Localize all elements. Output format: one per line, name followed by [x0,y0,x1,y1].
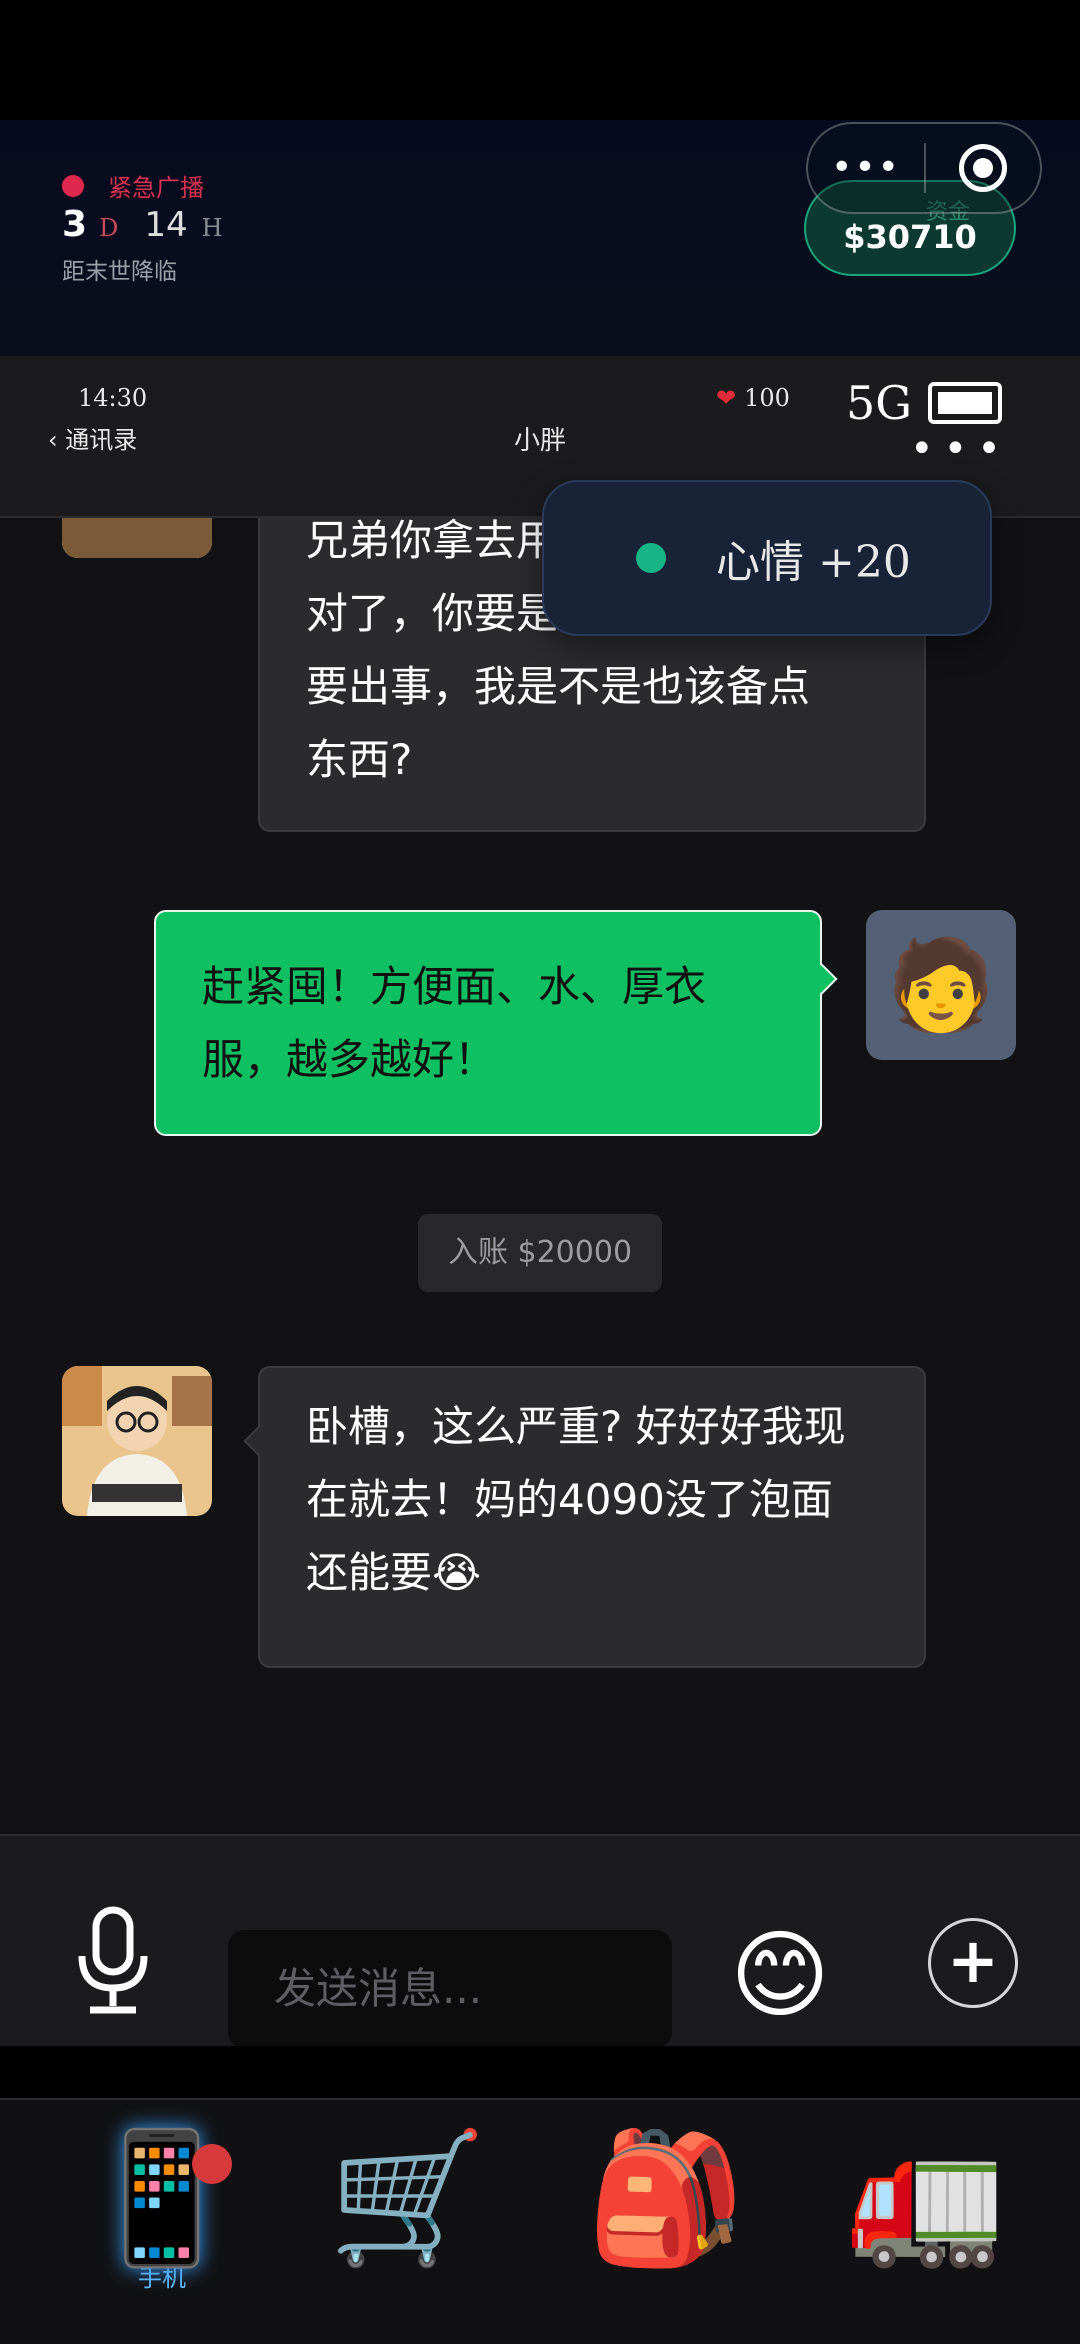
message-input[interactable]: 发送消息... [228,1930,672,2048]
days-unit: D [99,214,119,242]
health-value: 100 [744,384,790,412]
contact-avatar-image [62,518,212,558]
phone-time: 14:30 [78,384,148,412]
tab-shop[interactable]: 🛒 [308,2124,508,2274]
notification-badge [192,2144,232,2184]
doomsday-countdown: 3 D 14 H [62,204,223,245]
chat-menu-button[interactable]: ••• [910,426,1011,472]
alert-dot-icon [62,174,84,197]
signal-label: 5G [846,376,913,430]
contact-avatar[interactable] [62,1366,212,1516]
more-options-icon[interactable]: ••• [808,148,924,188]
health-indicator: ❤ 100 [716,384,790,412]
emoji-button[interactable]: 😊 [730,1920,830,2030]
message-line: 要出事，我是不是也该备点 [306,662,811,711]
contact-avatar-image [62,1366,212,1516]
target-icon [958,144,1007,192]
user-avatar[interactable]: 🧑 [866,910,1016,1060]
message-line: 赶紧囤！方便面、水、厚衣 [202,962,707,1011]
miniprogram-capsule: ••• [806,122,1042,214]
bottom-tab-bar: 📱 手机 🛒 🎒 🚛 [0,2098,1080,2344]
bottom-spacer [0,2046,1080,2098]
message-bubble-incoming[interactable]: 卧槽，这么严重? 好好好我现 在就去！妈的4090没了泡面 还能要😭 [243,1366,926,1668]
backpack-icon: 🎒 [586,2124,746,2273]
tab-truck[interactable]: 🚛 [826,2124,1026,2274]
truck-icon: 🚛 [846,2124,1006,2273]
message-line: 在就去！妈的4090没了泡面 [306,1475,833,1524]
battery-icon [928,382,1002,424]
heart-icon: ❤ [716,384,737,412]
tab-backpack[interactable]: 🎒 [566,2124,766,2274]
alert-label: 紧急广播 [108,174,204,202]
toast-text: 心情 +20 [716,537,911,588]
add-attachment-button[interactable]: + [928,1918,1018,2008]
message-line: 服，越多越好！ [202,1035,497,1084]
chat-messages[interactable]: 兄弟你拿去用 对了，你要是说真 要出事，我是不是也该备点 东西? 赶紧囤！方便面… [0,518,1080,1834]
message-line: 卧槽，这么严重? 好好好我现 [306,1402,846,1451]
hours-value: 14 [144,205,188,245]
status-area [0,0,1080,120]
close-miniprogram-button[interactable] [926,144,1040,192]
microphone-icon[interactable] [76,1906,150,2016]
countdown-subtitle: 距末世降临 [62,259,177,285]
mood-toast: 心情 +20 [542,480,992,636]
days-value: 3 [62,204,88,245]
message-line: 东西? [306,735,413,784]
message-bubble-outgoing[interactable]: 赶紧囤！方便面、水、厚衣 服，越多越好！ [154,910,838,1136]
toast-dot-icon [636,543,666,573]
contact-avatar[interactable] [62,518,212,558]
funds-value: $30710 [843,218,977,256]
message-composer: 发送消息... 😊 + [0,1834,1080,2048]
hours-unit: H [201,214,223,242]
shopping-cart-icon: 🛒 [328,2124,488,2273]
message-line: 还能要😭 [306,1548,482,1597]
phone-icon: 📱 [82,2124,242,2273]
emergency-broadcast[interactable]: 紧急广播 [62,168,204,203]
system-notice: 入账 $20000 [418,1214,662,1292]
tab-phone[interactable]: 📱 手机 [62,2124,262,2293]
